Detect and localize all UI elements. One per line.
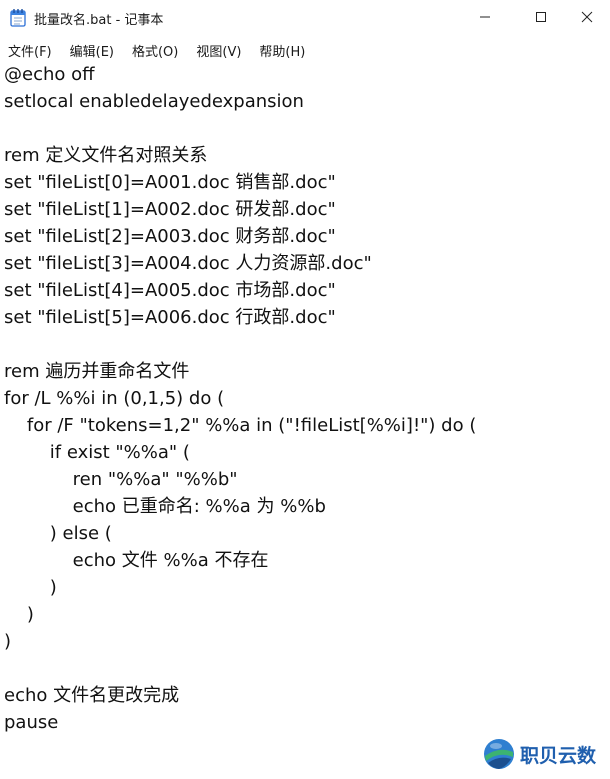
maximize-icon [536, 12, 546, 22]
menu-edit[interactable]: 编辑(E) [70, 36, 114, 60]
code-line: set "fileList[1]=A002.doc 研发部.doc" [4, 199, 336, 220]
code-line: set "fileList[3]=A004.doc 人力资源部.doc" [4, 253, 372, 274]
code-line: for /L %%i in (0,1,5) do ( [4, 388, 225, 409]
menu-bar: 文件(F) 编辑(E) 格式(O) 视图(V) 帮助(H) [0, 36, 610, 60]
maximize-button[interactable] [518, 0, 564, 34]
code-line: @echo off [4, 64, 95, 85]
code-line: set "fileList[0]=A001.doc 销售部.doc" [4, 172, 336, 193]
code-line: pause [4, 712, 59, 733]
minimize-icon [480, 16, 490, 18]
menu-format[interactable]: 格式(O) [132, 36, 178, 60]
code-line: echo 已重命名: %%a 为 %%b [4, 496, 326, 517]
text-editor[interactable]: @echo off setlocal enabledelayedexpansio… [0, 61, 610, 779]
code-line: if exist "%%a" ( [4, 442, 190, 463]
code-line: ren "%%a" "%%b" [4, 469, 238, 490]
globe-logo-icon [482, 737, 516, 771]
minimize-button[interactable] [462, 0, 508, 34]
close-icon [581, 11, 593, 23]
code-line: for /F "tokens=1,2" %%a in ("!fileList[%… [4, 415, 477, 436]
code-line: set "fileList[4]=A005.doc 市场部.doc" [4, 280, 336, 301]
menu-file[interactable]: 文件(F) [8, 36, 52, 60]
window-title: 批量改名.bat - 记事本 [34, 13, 164, 28]
code-line: setlocal enabledelayedexpansion [4, 91, 304, 112]
code-line: rem 定义文件名对照关系 [4, 145, 208, 166]
code-line: echo 文件 %%a 不存在 [4, 550, 269, 571]
title-bar: 批量改名.bat - 记事本 [0, 0, 610, 34]
menu-view[interactable]: 视图(V) [196, 36, 241, 60]
code-line: ) else ( [4, 523, 112, 544]
code-line: set "fileList[2]=A003.doc 财务部.doc" [4, 226, 336, 247]
code-line: ) [4, 631, 12, 652]
notepad-icon [10, 8, 26, 27]
watermark: 职贝云数 [482, 733, 608, 775]
code-line: rem 遍历并重命名文件 [4, 361, 190, 382]
code-line: set "fileList[5]=A006.doc 行政部.doc" [4, 307, 336, 328]
code-line: ) [4, 577, 57, 598]
menu-help[interactable]: 帮助(H) [259, 36, 305, 60]
code-line: echo 文件名更改完成 [4, 685, 180, 706]
close-button[interactable] [564, 0, 610, 34]
code-line: ) [4, 604, 34, 625]
watermark-text: 职贝云数 [520, 744, 597, 767]
